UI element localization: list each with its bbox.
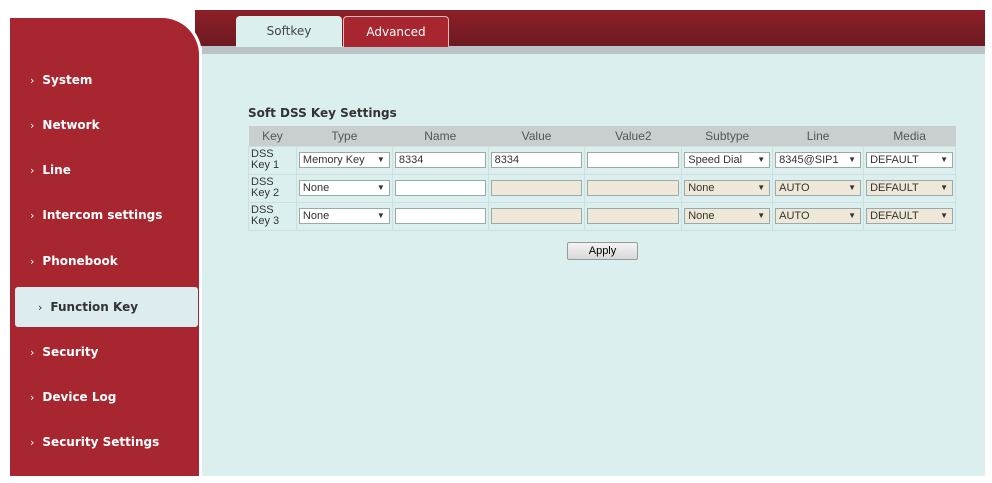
type-value: Memory Key (302, 154, 365, 166)
sidebar-item-label: Device Log (42, 390, 117, 404)
column-header-media: Media (863, 126, 956, 146)
subtype-select[interactable]: None ▼ (684, 208, 771, 224)
line-value: AUTO (779, 210, 810, 222)
dropdown-arrow-icon: ▼ (848, 183, 857, 192)
media-select[interactable]: DEFAULT ▼ (866, 180, 953, 196)
sidebar-item-label: Security (42, 345, 99, 359)
apply-button[interactable]: Apply (567, 242, 638, 260)
value-input[interactable]: 8334 (490, 152, 583, 168)
dropdown-arrow-icon: ▼ (848, 211, 857, 220)
media-value: DEFAULT (870, 182, 919, 194)
line-select[interactable]: AUTO ▼ (775, 208, 862, 224)
value2-input[interactable] (587, 152, 680, 168)
dropdown-arrow-icon: ▼ (848, 155, 857, 164)
key-label: DSS Key 2 (248, 173, 297, 203)
sidebar-item-label: Phonebook (42, 254, 118, 268)
subtype-value: Speed Dial (688, 154, 743, 166)
section-title: Soft DSS Key Settings (248, 106, 397, 120)
name-input[interactable]: 8334 (394, 152, 486, 168)
media-select[interactable]: DEFAULT ▼ (866, 208, 953, 224)
column-header-value2: Value2 (584, 126, 682, 146)
dropdown-arrow-icon: ▼ (940, 211, 948, 220)
line-value: 8345@SIP1 (779, 154, 839, 166)
dropdown-arrow-icon: ▼ (757, 183, 766, 192)
tab-softkey[interactable]: Softkey (236, 16, 342, 47)
column-header-value: Value (488, 126, 585, 146)
sidebar-item-label: Network (42, 118, 100, 132)
tab-advanced[interactable]: Advanced (343, 16, 449, 47)
sidebar-item-system[interactable]: › System (10, 60, 198, 100)
table-row: DSS Key 3 None ▼ None ▼ AUTO ▼ DEFAULT ▼ (248, 201, 956, 231)
sidebar-item-device-log[interactable]: › Device Log (10, 377, 198, 417)
media-value: DEFAULT (870, 210, 919, 222)
dropdown-arrow-icon: ▼ (940, 155, 948, 164)
line-select[interactable]: 8345@SIP1 ▼ (775, 152, 862, 168)
dropdown-arrow-icon: ▼ (376, 155, 385, 164)
column-header-name: Name (392, 126, 489, 146)
sidebar-item-network[interactable]: › Network (10, 105, 198, 145)
name-input[interactable] (394, 208, 486, 224)
media-select[interactable]: DEFAULT ▼ (866, 152, 953, 168)
subtype-select[interactable]: Speed Dial ▼ (684, 152, 771, 168)
subtype-value: None (688, 182, 715, 194)
table-row: DSS Key 1 Memory Key ▼ 8334 8334 Speed Dial ▼ 83… (248, 145, 956, 175)
dropdown-arrow-icon: ▼ (757, 211, 766, 220)
column-header-subtype: Subtype (681, 126, 773, 146)
chevron-right-icon: › (30, 209, 35, 222)
key-label: DSS Key 3 (248, 201, 297, 231)
value2-input[interactable] (587, 180, 680, 196)
media-value: DEFAULT (870, 154, 919, 166)
table-row: DSS Key 2 None ▼ None ▼ AUTO ▼ DEFAULT ▼ (248, 173, 956, 203)
chevron-right-icon: › (30, 391, 35, 404)
key-label: DSS Key 1 (248, 145, 297, 175)
type-select[interactable]: Memory Key ▼ (298, 152, 390, 168)
dropdown-arrow-icon: ▼ (940, 183, 948, 192)
type-value: None (302, 210, 330, 222)
line-value: AUTO (779, 182, 810, 194)
dropdown-arrow-icon: ▼ (376, 211, 385, 220)
chevron-right-icon: › (30, 436, 35, 449)
sidebar-item-label: Intercom settings (42, 208, 163, 222)
line-select[interactable]: AUTO ▼ (775, 180, 862, 196)
sidebar-item-label: Security Settings (42, 435, 160, 449)
name-input[interactable] (394, 180, 486, 196)
chevron-right-icon: › (30, 346, 35, 359)
subtype-value: None (688, 210, 715, 222)
column-header-key: Key (248, 126, 297, 146)
chevron-right-icon: › (30, 74, 35, 87)
chevron-right-icon: › (30, 164, 35, 177)
dropdown-arrow-icon: ▼ (757, 155, 766, 164)
chevron-right-icon: › (30, 119, 35, 132)
column-header-type: Type (296, 126, 393, 146)
dropdown-arrow-icon: ▼ (376, 183, 385, 192)
chevron-right-icon: › (38, 301, 43, 314)
chevron-right-icon: › (30, 255, 35, 268)
type-value: None (302, 182, 330, 194)
value-input[interactable] (490, 180, 583, 196)
type-select[interactable]: None ▼ (298, 208, 390, 224)
sidebar-item-label: System (42, 73, 93, 87)
column-header-line: Line (772, 126, 864, 146)
dss-key-table: Key Type Name Value Value2 Subtype Line Media D… (248, 126, 956, 231)
value-input[interactable] (490, 208, 583, 224)
sidebar-item-label: Function Key (50, 300, 139, 314)
sidebar-item-phonebook[interactable]: › Phonebook (10, 241, 198, 281)
sidebar-item-security[interactable]: › Security (10, 332, 198, 372)
sidebar-item-label: Line (42, 163, 71, 177)
sidebar-item-security-settings[interactable]: › Security Settings (10, 422, 198, 462)
sidebar-item-function-key[interactable]: › Function Key (15, 287, 198, 327)
subtype-select[interactable]: None ▼ (684, 180, 771, 196)
type-select[interactable]: None ▼ (298, 180, 390, 196)
value2-input[interactable] (587, 208, 680, 224)
sidebar-item-line[interactable]: › Line (10, 150, 198, 190)
sidebar-item-intercom-settings[interactable]: › Intercom settings (10, 195, 198, 235)
